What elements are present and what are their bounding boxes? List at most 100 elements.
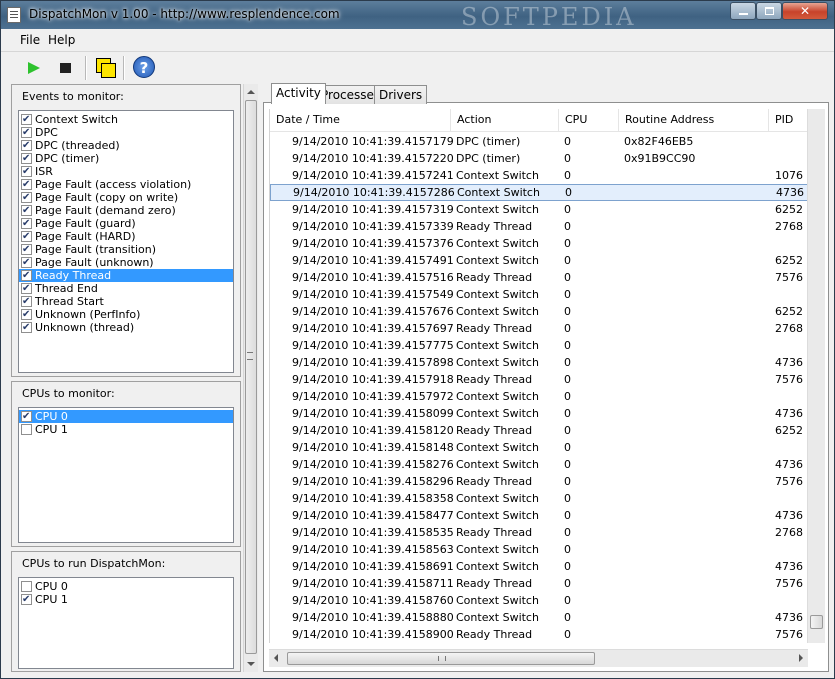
menu-file[interactable]: File: [20, 33, 40, 47]
minimize-button[interactable]: [730, 2, 756, 20]
play-icon[interactable]: [21, 55, 47, 81]
table-row[interactable]: 9/14/2010 10:41:39.4157775 Context Switch…: [270, 337, 809, 354]
checklist-item[interactable]: Page Fault (copy on write): [19, 191, 233, 204]
checkbox[interactable]: [21, 321, 32, 334]
table-row[interactable]: 9/14/2010 10:41:39.4158296 Ready Thread 0 7…: [270, 473, 809, 490]
table-row[interactable]: 9/14/2010 10:41:39.4158120 Ready Thread 0 6…: [270, 422, 809, 439]
title-bar[interactable]: DispatchMon v 1.00 - http://www.resplend…: [1, 1, 834, 31]
column-action[interactable]: Action: [451, 109, 559, 131]
checkbox[interactable]: [21, 204, 32, 217]
table-row[interactable]: 9/14/2010 10:41:39.4157676 Context Switch…: [270, 303, 809, 320]
checklist-item[interactable]: Page Fault (transition): [19, 243, 233, 256]
hscroll-thumb[interactable]: [287, 652, 595, 665]
checklist-item[interactable]: Ready Thread: [19, 269, 233, 282]
checkbox[interactable]: [21, 581, 32, 592]
table-row[interactable]: 9/14/2010 10:41:39.4157339 Ready Thread 0 2…: [270, 218, 809, 235]
checklist-item[interactable]: Page Fault (unknown): [19, 256, 233, 269]
tab-drivers[interactable]: Drivers: [374, 85, 428, 104]
scroll-left-arrow-icon[interactable]: [269, 650, 285, 666]
table-row[interactable]: 9/14/2010 10:41:39.4158880 Context Switch…: [270, 609, 809, 626]
close-button[interactable]: ✕: [782, 2, 828, 20]
table-row[interactable]: 9/14/2010 10:41:39.4158691 Context Switch…: [270, 558, 809, 575]
table-row[interactable]: 9/14/2010 10:41:39.4157549 Context Switch…: [270, 286, 809, 303]
checklist-item[interactable]: Context Switch: [19, 113, 233, 126]
table-row[interactable]: 9/14/2010 10:41:39.4157918 Ready Thread 0 7…: [270, 371, 809, 388]
maximize-button[interactable]: [756, 2, 782, 20]
table-row[interactable]: 9/14/2010 10:41:39.4158148 Context Switch…: [270, 439, 809, 456]
table-row[interactable]: 9/14/2010 10:41:39.4158535 Ready Thread 0 2…: [270, 524, 809, 541]
table-row[interactable]: 9/14/2010 10:41:39.4158711 Ready Thread 0 7…: [270, 575, 809, 592]
checkbox[interactable]: [21, 230, 32, 243]
checklist-item[interactable]: Thread Start: [19, 295, 233, 308]
scroll-down-arrow-icon[interactable]: [244, 658, 258, 670]
table-row[interactable]: 9/14/2010 10:41:39.4158563 Context Switch…: [270, 541, 809, 558]
column-date-time[interactable]: Date / Time: [270, 109, 451, 131]
checklist-item[interactable]: DPC (timer): [19, 152, 233, 165]
checklist-item[interactable]: Page Fault (access violation): [19, 178, 233, 191]
table-row[interactable]: 9/14/2010 10:41:39.4157179 DPC (timer) 0 0x…: [270, 133, 809, 150]
table-row[interactable]: 9/14/2010 10:41:39.4157319 Context Switch…: [270, 201, 809, 218]
checklist-item[interactable]: CPU 0: [19, 580, 233, 593]
checkbox[interactable]: [21, 269, 32, 282]
checkbox[interactable]: [21, 282, 32, 295]
cpus-run-list[interactable]: CPU 0CPU 1: [18, 577, 234, 669]
table-row[interactable]: 9/14/2010 10:41:39.4157491 Context Switch…: [270, 252, 809, 269]
checklist-item[interactable]: Page Fault (guard): [19, 217, 233, 230]
list-vertical-scrollbar[interactable]: [807, 109, 825, 643]
cpus-monitor-list[interactable]: CPU 0CPU 1: [18, 407, 234, 543]
checklist-item[interactable]: DPC (threaded): [19, 139, 233, 152]
checklist-item[interactable]: CPU 0: [19, 410, 233, 423]
table-row[interactable]: 9/14/2010 10:41:39.4158760 Context Switch…: [270, 592, 809, 609]
table-row[interactable]: 9/14/2010 10:41:39.4157241 Context Switch…: [270, 167, 809, 184]
cpu-select-icon[interactable]: [93, 55, 119, 81]
checklist-item[interactable]: DPC: [19, 126, 233, 139]
tab-activity[interactable]: Activity: [271, 83, 326, 104]
table-row[interactable]: 9/14/2010 10:41:39.4157697 Ready Thread 0 2…: [270, 320, 809, 337]
scroll-thumb[interactable]: [245, 100, 257, 654]
checkbox[interactable]: [21, 256, 32, 269]
column-routine-address[interactable]: Routine Address: [619, 109, 769, 131]
table-row[interactable]: 9/14/2010 10:41:39.4157898 Context Switch…: [270, 354, 809, 371]
checkbox[interactable]: [21, 178, 32, 191]
table-row[interactable]: 9/14/2010 10:41:39.4157516 Ready Thread 0 7…: [270, 269, 809, 286]
scroll-right-arrow-icon[interactable]: [792, 650, 808, 666]
table-row[interactable]: 9/14/2010 10:41:39.4158099 Context Switch…: [270, 405, 809, 422]
checkbox[interactable]: [21, 126, 32, 139]
app-icon[interactable]: [7, 7, 21, 23]
checklist-item[interactable]: Unknown (PerfInfo): [19, 308, 233, 321]
table-row[interactable]: 9/14/2010 10:41:39.4157286 Context Switch…: [270, 184, 809, 201]
table-row[interactable]: 9/14/2010 10:41:39.4158477 Context Switch…: [270, 507, 809, 524]
table-row[interactable]: 9/14/2010 10:41:39.4158900 Ready Thread 0 7…: [270, 626, 809, 643]
checkbox[interactable]: [21, 410, 32, 423]
left-scrollbar[interactable]: [243, 84, 258, 672]
scroll-up-arrow-icon[interactable]: [244, 86, 258, 98]
menu-help[interactable]: Help: [48, 33, 75, 47]
checkbox[interactable]: [21, 308, 32, 321]
checkbox[interactable]: [21, 424, 32, 435]
table-row[interactable]: 9/14/2010 10:41:39.4158358 Context Switch…: [270, 490, 809, 507]
column-cpu[interactable]: CPU: [559, 109, 619, 131]
checklist-item[interactable]: Unknown (thread): [19, 321, 233, 334]
checkbox[interactable]: [21, 243, 32, 256]
checklist-item[interactable]: CPU 1: [19, 423, 233, 436]
checkbox[interactable]: [21, 165, 32, 178]
checkbox[interactable]: [21, 113, 32, 126]
help-icon[interactable]: [132, 55, 158, 81]
table-row[interactable]: 9/14/2010 10:41:39.4157376 Context Switch…: [270, 235, 809, 252]
list-horizontal-scrollbar[interactable]: [269, 649, 808, 667]
checkbox[interactable]: [21, 593, 32, 606]
checklist-item[interactable]: Thread End: [19, 282, 233, 295]
events-list[interactable]: Context SwitchDPCDPC (threaded)DPC (time…: [18, 110, 234, 373]
stop-icon[interactable]: [53, 55, 79, 81]
checklist-item[interactable]: Page Fault (demand zero): [19, 204, 233, 217]
checklist-item[interactable]: CPU 1: [19, 593, 233, 606]
checklist-item[interactable]: Page Fault (HARD): [19, 230, 233, 243]
checklist-item[interactable]: ISR: [19, 165, 233, 178]
vscroll-thumb[interactable]: [810, 615, 823, 629]
checkbox[interactable]: [21, 217, 32, 230]
checkbox[interactable]: [21, 152, 32, 165]
checkbox[interactable]: [21, 139, 32, 152]
activity-list[interactable]: Date / Time Action CPU Routine Address P…: [269, 109, 809, 643]
column-pid[interactable]: PID: [769, 109, 809, 131]
table-row[interactable]: 9/14/2010 10:41:39.4157972 Context Switch…: [270, 388, 809, 405]
